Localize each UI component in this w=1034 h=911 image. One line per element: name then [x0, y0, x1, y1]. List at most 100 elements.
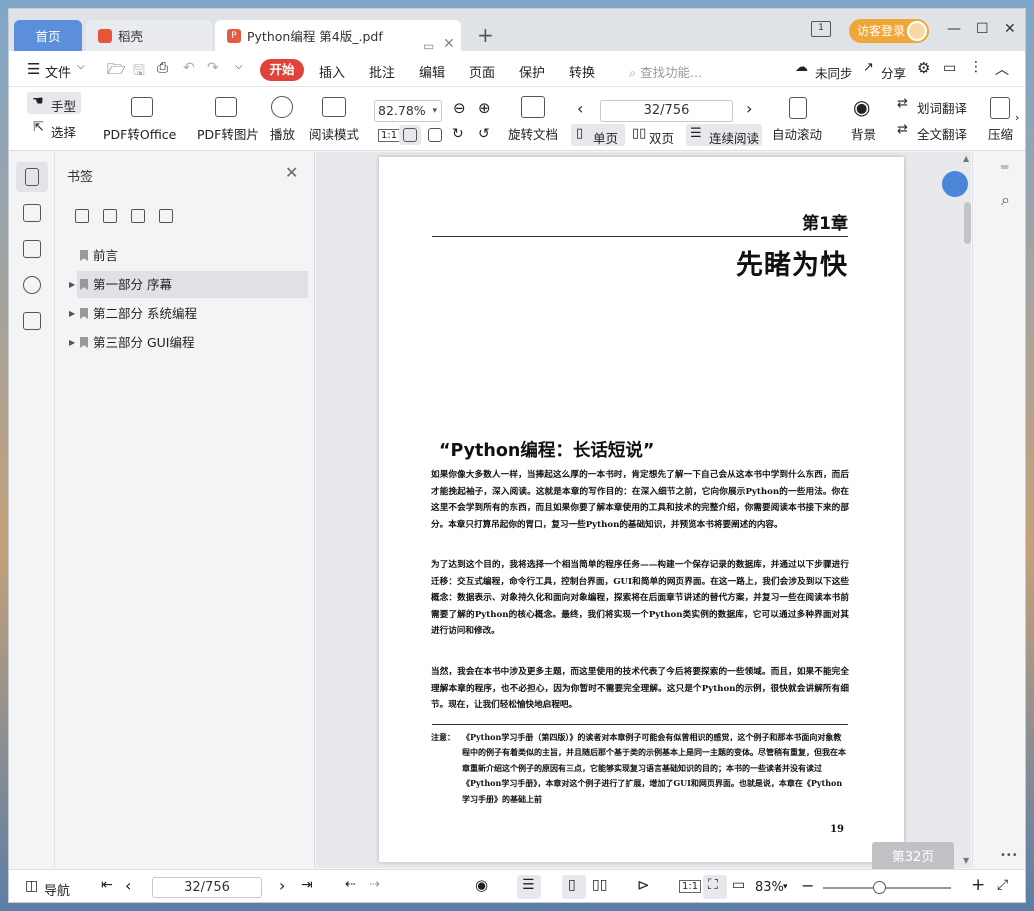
zoom-in-button[interactable]: +: [971, 875, 985, 895]
zoom-out-icon[interactable]: ⊖: [453, 99, 466, 117]
bookmark-item[interactable]: 前言: [77, 242, 308, 269]
background-button[interactable]: 背景: [851, 124, 876, 143]
hamburger-icon[interactable]: ☰: [27, 60, 40, 78]
tab-close-icon[interactable]: ✕: [443, 36, 455, 52]
forward-icon[interactable]: ⇢: [369, 877, 380, 892]
previous-page-icon[interactable]: ‹: [577, 99, 583, 118]
auto-scroll-button[interactable]: 自动滚动: [772, 124, 822, 143]
chevron-down-icon[interactable]: ⌵: [77, 61, 85, 72]
play-icon[interactable]: ⊳: [637, 876, 650, 894]
thumbnail-panel-icon[interactable]: [23, 204, 41, 222]
expand-arrow-icon[interactable]: ▶: [69, 329, 75, 356]
more-options-icon[interactable]: •••: [1000, 850, 1018, 861]
zoom-out-button[interactable]: −: [801, 876, 814, 895]
status-page-input[interactable]: 32/756: [152, 877, 262, 898]
close-window-button[interactable]: ✕: [1004, 21, 1016, 37]
add-bookmark-icon[interactable]: [75, 209, 89, 223]
fit-page-icon[interactable]: ⛶: [708, 877, 718, 893]
more-icon[interactable]: ⋮: [969, 59, 983, 75]
tab-pdf-document[interactable]: P Python编程 第4版_.pdf ▭ ✕: [215, 20, 461, 53]
share-button[interactable]: 分享: [881, 63, 906, 82]
undo-icon[interactable]: ↶: [183, 60, 195, 76]
single-page-button[interactable]: 单页: [593, 128, 618, 147]
select-tool-button[interactable]: 选择: [51, 122, 76, 141]
navigation-button[interactable]: 导航: [44, 880, 70, 899]
bookmark-item[interactable]: ▶ 第三部分 GUI编程: [69, 329, 308, 356]
float-tool-button[interactable]: [942, 171, 968, 197]
rotate-document-button[interactable]: 旋转文档: [508, 124, 558, 143]
play-button[interactable]: 播放: [270, 124, 295, 143]
rotate-right-icon[interactable]: ↺: [478, 126, 490, 142]
redo-icon[interactable]: ↷: [207, 60, 219, 76]
next-page-icon[interactable]: ›: [746, 99, 752, 118]
next-page-icon[interactable]: ›: [279, 876, 285, 895]
fit-width-icon[interactable]: [428, 128, 442, 142]
hand-tool-button[interactable]: 手型: [51, 96, 76, 115]
fit-page-icon[interactable]: [403, 128, 417, 142]
fullscreen-icon[interactable]: ⤢: [997, 877, 1008, 893]
eye-icon[interactable]: ◉: [475, 876, 488, 894]
gear-icon[interactable]: ⚙: [917, 59, 930, 77]
expand-arrow-icon[interactable]: ▶: [69, 300, 75, 327]
bookmark-panel-icon[interactable]: [25, 168, 39, 186]
chevron-down-icon[interactable]: ▾: [783, 882, 788, 892]
open-folder-icon[interactable]: 🗁: [107, 59, 126, 84]
continuous-read-button[interactable]: 连续阅读: [709, 128, 759, 147]
print-icon[interactable]: ⎙: [157, 60, 168, 76]
continuous-view-icon[interactable]: ☰: [522, 877, 535, 893]
zoom-in-icon[interactable]: ⊕: [478, 99, 491, 117]
save-icon[interactable]: 🖫: [133, 60, 145, 84]
sync-status[interactable]: 未同步: [815, 63, 853, 82]
zoom-slider-handle[interactable]: [873, 881, 886, 894]
zoom-level-select[interactable]: 82.78% ▾: [374, 100, 442, 122]
menu-convert[interactable]: 转换: [569, 62, 595, 81]
read-mode-button[interactable]: 阅读模式: [309, 124, 359, 143]
chevron-right-icon[interactable]: ›: [1015, 111, 1019, 124]
actual-size-button[interactable]: 1:1: [679, 880, 702, 893]
menu-annotate[interactable]: 批注: [369, 62, 395, 81]
close-icon[interactable]: ✕: [285, 163, 298, 182]
menu-edit[interactable]: 编辑: [419, 62, 445, 81]
function-search[interactable]: ⌕ 查找功能...: [629, 62, 702, 81]
document-viewport[interactable]: 第1章 先睹为快 “Python编程：长话短说” 如果你像大多数人一样，当捧起这…: [316, 152, 971, 874]
scroll-up-icon[interactable]: ▲: [963, 154, 969, 163]
menu-page[interactable]: 页面: [469, 62, 495, 81]
status-zoom-value[interactable]: 83%: [755, 880, 784, 895]
tab-home[interactable]: 首页: [14, 20, 82, 51]
bookmark-item[interactable]: ▶ 第二部分 系统编程: [69, 300, 308, 327]
menu-file[interactable]: 文件: [45, 62, 71, 81]
word-translate-button[interactable]: 划词翻译: [917, 98, 967, 117]
pdf-to-office-button[interactable]: PDF转Office: [103, 124, 176, 143]
quick-access-dropdown-icon[interactable]: ⌵: [235, 61, 243, 72]
new-tab-button[interactable]: +: [477, 23, 494, 47]
scroll-down-icon[interactable]: ▼: [963, 856, 969, 865]
full-translate-button[interactable]: 全文翻译: [917, 124, 967, 143]
rotate-left-icon[interactable]: ↻: [452, 126, 464, 142]
collapse-ribbon-icon[interactable]: ︿: [995, 59, 1009, 79]
attachment-panel-icon[interactable]: [23, 276, 41, 294]
comment-panel-icon[interactable]: [23, 240, 41, 258]
double-view-icon[interactable]: ▯▯: [592, 877, 607, 893]
zoom-slider-track[interactable]: [823, 887, 951, 889]
pdf-to-image-button[interactable]: PDF转图片: [197, 124, 259, 143]
fit-width-icon[interactable]: ▭: [732, 877, 745, 893]
menu-protect[interactable]: 保护: [519, 62, 545, 81]
compress-button[interactable]: 压缩: [988, 124, 1013, 143]
expand-arrow-icon[interactable]: ▶: [69, 271, 75, 298]
menu-insert[interactable]: 插入: [319, 62, 345, 81]
bookmark-settings-icon[interactable]: [131, 209, 145, 223]
maximize-button[interactable]: ☐: [976, 21, 989, 37]
signature-panel-icon[interactable]: [23, 312, 41, 330]
double-page-button[interactable]: 双页: [649, 128, 674, 147]
tab-daoke[interactable]: 稻壳: [86, 20, 212, 51]
actual-size-button[interactable]: 1:1: [378, 129, 401, 142]
last-page-icon[interactable]: ⇥: [301, 877, 313, 893]
bookmark-item[interactable]: ▶ 第一部分 序幕: [69, 271, 308, 298]
guest-login-button[interactable]: 访客登录: [849, 19, 929, 43]
page-number-input[interactable]: 32/756: [600, 100, 733, 122]
delete-bookmark-icon[interactable]: [159, 209, 173, 223]
minimize-button[interactable]: —: [947, 21, 961, 37]
comment-icon[interactable]: ▭: [943, 60, 956, 76]
single-view-icon[interactable]: ▯: [568, 877, 576, 893]
menu-start[interactable]: 开始: [260, 59, 304, 81]
